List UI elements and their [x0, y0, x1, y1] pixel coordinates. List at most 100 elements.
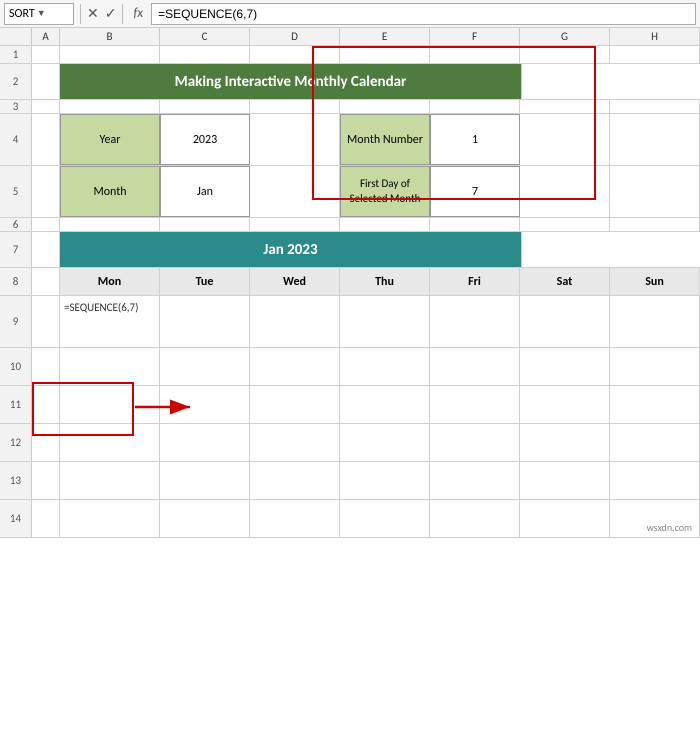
cell-b6[interactable] — [60, 218, 160, 231]
name-box-dropdown-icon[interactable]: ▼ — [37, 8, 46, 19]
cell-a8[interactable] — [32, 268, 60, 295]
cell-d13[interactable] — [250, 462, 340, 499]
cell-e6[interactable] — [340, 218, 430, 231]
cell-d11[interactable] — [250, 386, 340, 423]
cell-a7[interactable] — [32, 232, 60, 267]
cell-e13[interactable] — [340, 462, 430, 499]
cell-a11[interactable] — [32, 386, 60, 423]
cell-h4[interactable] — [610, 114, 700, 165]
col-header-b[interactable]: B — [60, 28, 160, 45]
cell-e11[interactable] — [340, 386, 430, 423]
cell-d9[interactable] — [250, 296, 340, 347]
cell-g11[interactable] — [520, 386, 610, 423]
cell-d12[interactable] — [250, 424, 340, 461]
cell-first-day-label[interactable]: First Day of Selected Month — [340, 166, 430, 217]
cell-g14[interactable] — [520, 500, 610, 537]
cell-b14[interactable] — [60, 500, 160, 537]
cell-f9[interactable] — [430, 296, 520, 347]
cell-a5[interactable] — [32, 166, 60, 217]
cell-c11[interactable] — [160, 386, 250, 423]
cell-d10[interactable] — [250, 348, 340, 385]
cell-b1[interactable] — [60, 46, 160, 63]
cell-month-value[interactable]: Jan — [160, 166, 250, 217]
col-header-c[interactable]: C — [160, 28, 250, 45]
cell-a1[interactable] — [32, 46, 60, 63]
cell-d5[interactable] — [250, 166, 340, 217]
cell-g12[interactable] — [520, 424, 610, 461]
cell-h1[interactable] — [610, 46, 700, 63]
cell-b13[interactable] — [60, 462, 160, 499]
cell-e14[interactable] — [340, 500, 430, 537]
cell-year-label[interactable]: Year — [60, 114, 160, 165]
cell-h12[interactable] — [610, 424, 700, 461]
cell-f6[interactable] — [430, 218, 520, 231]
cell-e1[interactable] — [340, 46, 430, 63]
cell-sun-header[interactable]: Sun — [610, 268, 700, 295]
cell-d4[interactable] — [250, 114, 340, 165]
cell-b12[interactable] — [60, 424, 160, 461]
cell-a12[interactable] — [32, 424, 60, 461]
cell-d6[interactable] — [250, 218, 340, 231]
formula-input[interactable] — [151, 3, 696, 25]
cell-h10[interactable] — [610, 348, 700, 385]
cell-d1[interactable] — [250, 46, 340, 63]
cell-a13[interactable] — [32, 462, 60, 499]
cell-e3[interactable] — [340, 100, 430, 113]
cell-e10[interactable] — [340, 348, 430, 385]
cell-a14[interactable] — [32, 500, 60, 537]
cell-formula-b9[interactable]: =SEQUENCE(6,7) — [60, 296, 160, 347]
cell-g3[interactable] — [520, 100, 610, 113]
col-header-f[interactable]: F — [430, 28, 520, 45]
cell-a9[interactable] — [32, 296, 60, 347]
cell-year-value[interactable]: 2023 — [160, 114, 250, 165]
cell-e12[interactable] — [340, 424, 430, 461]
cell-g5[interactable] — [520, 166, 610, 217]
cell-a6[interactable] — [32, 218, 60, 231]
col-header-h[interactable]: H — [610, 28, 700, 45]
cell-a3[interactable] — [32, 100, 60, 113]
cell-month-label[interactable]: Month — [60, 166, 160, 217]
cell-h5[interactable] — [610, 166, 700, 217]
cell-f14[interactable] — [430, 500, 520, 537]
cell-b10[interactable] — [60, 348, 160, 385]
cell-h11[interactable] — [610, 386, 700, 423]
cell-f3[interactable] — [430, 100, 520, 113]
col-header-a[interactable]: A — [32, 28, 60, 45]
cell-g10[interactable] — [520, 348, 610, 385]
cell-c6[interactable] — [160, 218, 250, 231]
cell-h3[interactable] — [610, 100, 700, 113]
cell-g4[interactable] — [520, 114, 610, 165]
cell-month-number-value[interactable]: 1 — [430, 114, 520, 165]
cell-a10[interactable] — [32, 348, 60, 385]
cell-b3[interactable] — [60, 100, 160, 113]
cell-h9[interactable] — [610, 296, 700, 347]
cell-d14[interactable] — [250, 500, 340, 537]
cell-d3[interactable] — [250, 100, 340, 113]
cell-g6[interactable] — [520, 218, 610, 231]
cell-wed-header[interactable]: Wed — [250, 268, 340, 295]
title-cell[interactable]: Making Interactive Monthly Calendar — [60, 64, 522, 99]
cell-a2[interactable] — [32, 64, 60, 99]
cell-c3[interactable] — [160, 100, 250, 113]
cell-f11[interactable] — [430, 386, 520, 423]
cell-c10[interactable] — [160, 348, 250, 385]
cell-tue-header[interactable]: Tue — [160, 268, 250, 295]
cell-first-day-value[interactable]: 7 — [430, 166, 520, 217]
cell-thu-header[interactable]: Thu — [340, 268, 430, 295]
cell-c14[interactable] — [160, 500, 250, 537]
cell-c13[interactable] — [160, 462, 250, 499]
cell-g1[interactable] — [520, 46, 610, 63]
cell-h13[interactable] — [610, 462, 700, 499]
cell-b11[interactable] — [60, 386, 160, 423]
col-header-e[interactable]: E — [340, 28, 430, 45]
cell-f13[interactable] — [430, 462, 520, 499]
confirm-icon[interactable]: ✓ — [105, 5, 117, 22]
cell-sat-header[interactable]: Sat — [520, 268, 610, 295]
cell-c9[interactable] — [160, 296, 250, 347]
cell-c1[interactable] — [160, 46, 250, 63]
cell-mon-header[interactable]: Mon — [60, 268, 160, 295]
cell-e9[interactable] — [340, 296, 430, 347]
cancel-icon[interactable]: ✕ — [87, 5, 99, 22]
name-box[interactable]: SORT ▼ — [4, 3, 74, 25]
cell-c12[interactable] — [160, 424, 250, 461]
